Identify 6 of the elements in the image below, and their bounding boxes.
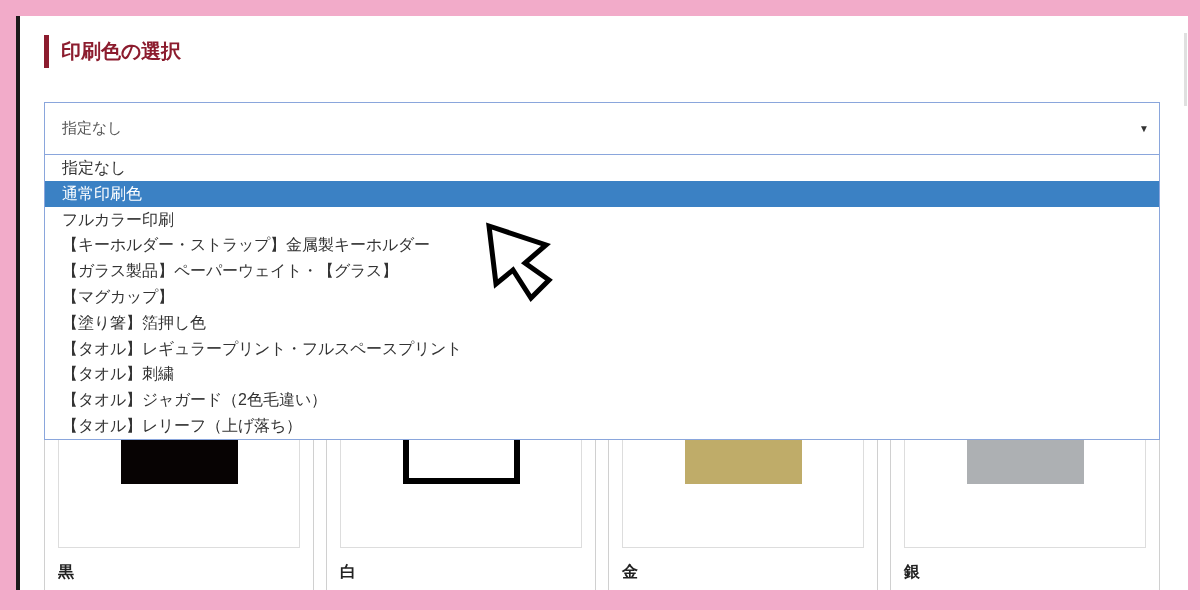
color-name: 黒 [58, 562, 74, 582]
color-name: 白 [340, 562, 356, 582]
color-name: 金 [622, 562, 638, 582]
section-heading: 印刷色の選択 [44, 35, 181, 68]
dropdown-caret: ▼ [1139, 123, 1149, 134]
color-name: 銀 [904, 562, 920, 582]
